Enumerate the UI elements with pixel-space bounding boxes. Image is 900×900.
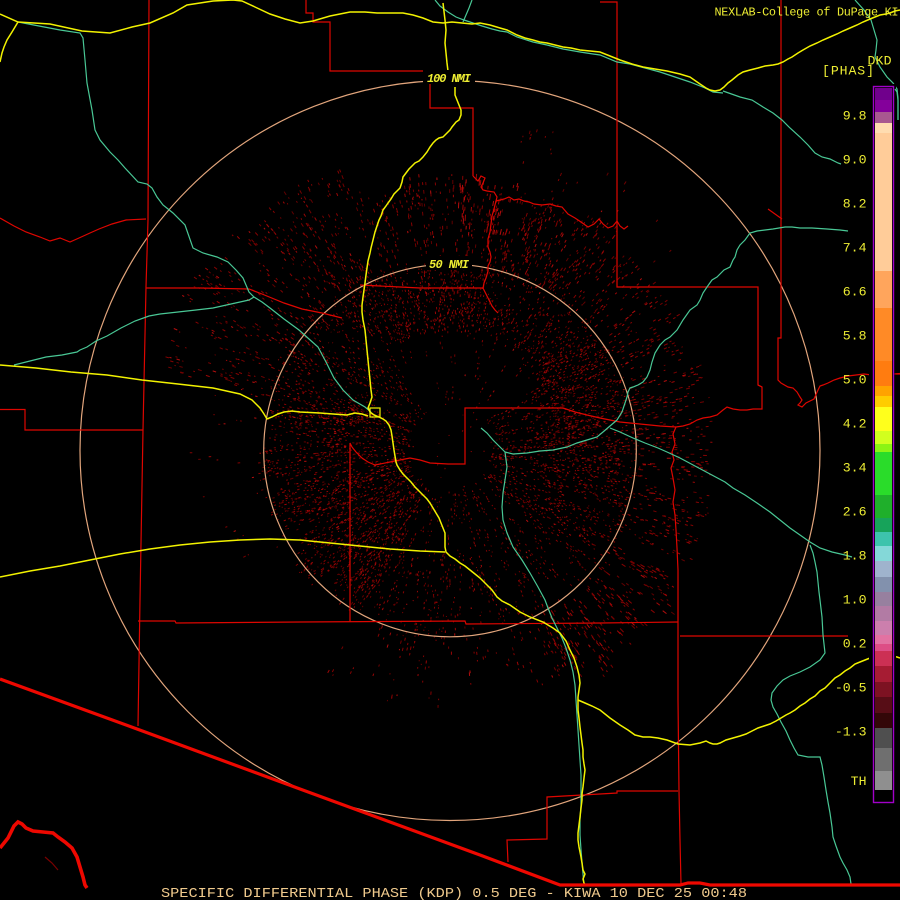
svg-text:NEXLAB-College of DuPage KI: NEXLAB-College of DuPage KI (715, 6, 899, 20)
svg-text:0.2: 0.2 (843, 637, 867, 652)
svg-text:4.2: 4.2 (843, 417, 867, 432)
svg-text:-1.3: -1.3 (835, 725, 867, 740)
svg-text:5.0: 5.0 (843, 373, 867, 388)
svg-text:100 NMI: 100 NMI (427, 72, 472, 86)
svg-text:7.4: 7.4 (843, 241, 867, 256)
svg-text:[PHAS]: [PHAS] (822, 64, 874, 79)
svg-text:2.6: 2.6 (843, 505, 867, 520)
svg-text:TH: TH (851, 774, 867, 789)
svg-text:SPECIFIC DIFFERENTIAL PHASE (K: SPECIFIC DIFFERENTIAL PHASE (KDP) 0.5 DE… (161, 887, 747, 900)
svg-text:3.4: 3.4 (843, 461, 867, 476)
svg-text:8.2: 8.2 (843, 197, 867, 212)
svg-text:50 NMI: 50 NMI (429, 258, 470, 272)
svg-text:1.0: 1.0 (843, 593, 867, 608)
svg-text:9.0: 9.0 (843, 153, 867, 168)
svg-text:5.8: 5.8 (843, 329, 867, 344)
svg-text:6.6: 6.6 (843, 285, 867, 300)
svg-text:9.8: 9.8 (843, 109, 867, 124)
svg-text:1.8: 1.8 (843, 549, 867, 564)
svg-text:-0.5: -0.5 (835, 681, 867, 696)
